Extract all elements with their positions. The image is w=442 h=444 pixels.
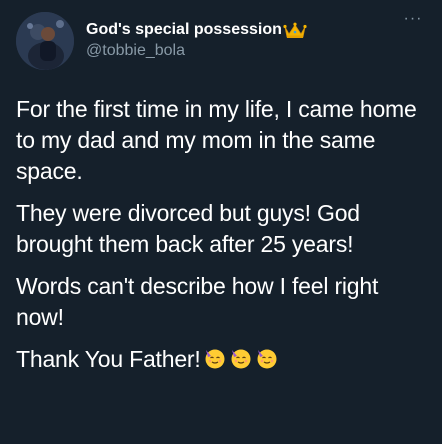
tweet-paragraph: They were divorced but guys! God brought…	[16, 200, 360, 257]
partying-face-emoji	[229, 346, 253, 370]
more-options-icon[interactable]: ···	[400, 11, 426, 34]
tweet-paragraph-text: Thank You Father!	[16, 346, 201, 372]
display-name[interactable]: God's special possession	[86, 20, 307, 40]
tweet-header: God's special possession @tobbie_bola ··…	[16, 11, 426, 72]
tweet-paragraph: Words can't describe how I feel right no…	[16, 273, 379, 330]
handle[interactable]: @tobbie_bola	[86, 40, 307, 62]
partying-face-emoji	[255, 346, 279, 370]
author-names: God's special possession @tobbie_bola	[86, 20, 307, 62]
avatar-image	[16, 12, 74, 70]
display-name-text: God's special possession	[86, 21, 282, 38]
tweet: God's special possession @tobbie_bola ··…	[0, 0, 442, 444]
tweet-text: For the first time in my life, I came ho…	[16, 94, 432, 386]
avatar[interactable]	[16, 12, 74, 70]
tweet-paragraph: For the first time in my life, I came ho…	[16, 96, 417, 184]
partying-face-emoji	[203, 346, 227, 370]
crown-emoji	[283, 21, 307, 39]
tweet-paragraph-last: Thank You Father!	[16, 344, 432, 375]
